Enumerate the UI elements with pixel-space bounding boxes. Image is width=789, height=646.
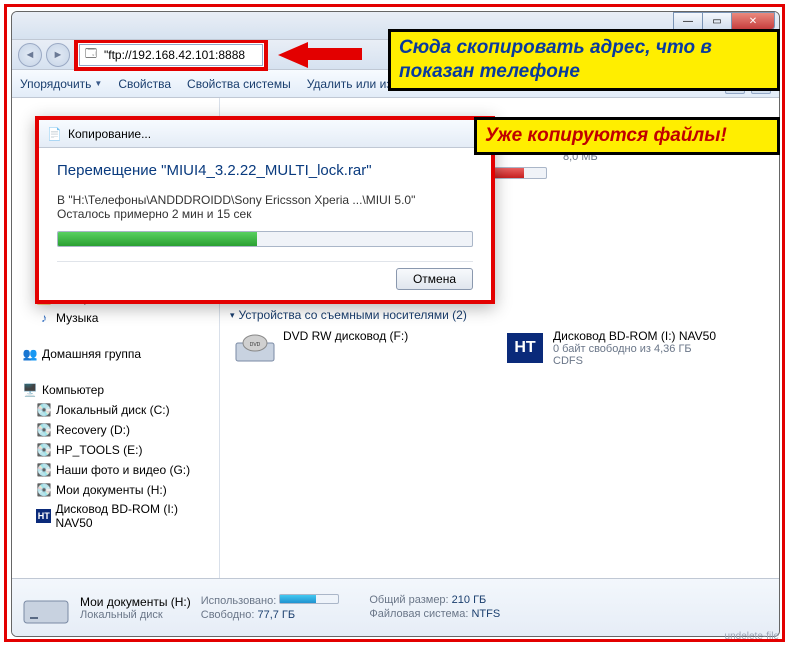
chevron-down-icon: ▼ xyxy=(94,79,102,88)
sidebar-item-label: Домашняя группа xyxy=(42,347,141,361)
annotation-text: Уже копируются файлы! xyxy=(474,117,780,155)
system-properties-button[interactable]: Свойства системы xyxy=(187,77,291,91)
properties-button[interactable]: Свойства xyxy=(118,77,171,91)
drive-item[interactable]: HT Дисковод BD-ROM (I:) NAV50 0 байт сво… xyxy=(500,326,760,370)
hdd-icon xyxy=(22,587,70,629)
drive-icon: 💽 xyxy=(36,422,52,438)
copy-dialog-title: Копирование... xyxy=(68,127,151,141)
drive-icon: 💽 xyxy=(36,462,52,478)
copy-headline: Перемещение "MIUI4_3.2.22_MULTI_lock.rar… xyxy=(57,162,473,179)
sidebar-item-drive[interactable]: 💽 Мои документы (H:) xyxy=(12,480,219,500)
sidebar-item-label: Recovery (D:) xyxy=(56,423,130,437)
sidebar-item-drive[interactable]: 💽 HP_TOOLS (E:) xyxy=(12,440,219,460)
explorer-window: — ▭ ✕ ◄ ► 🗔 "ftp://192.168.42.101:8888 У… xyxy=(11,11,780,637)
sidebar-item-label: Наши фото и видео (G:) xyxy=(56,463,190,477)
sidebar-item-label: Музыка xyxy=(56,311,98,325)
computer-icon: 🗔 xyxy=(82,46,100,64)
copy-icon: 📄 xyxy=(47,127,62,141)
homegroup-icon: 👥 xyxy=(22,346,38,362)
copy-eta: Осталось примерно 2 мин и 15 сек xyxy=(57,207,473,221)
bdrom-icon: HT xyxy=(36,509,51,523)
statusbar: Мои документы (H:) Локальный диск Исполь… xyxy=(12,578,779,636)
minimize-button[interactable]: — xyxy=(673,12,703,30)
copy-dialog: 📄 Копирование... Перемещение "MIUI4_3.2.… xyxy=(35,116,495,304)
close-button[interactable]: ✕ xyxy=(731,12,775,30)
sidebar-item-drive[interactable]: HT Дисковод BD-ROM (I:) NAV50 xyxy=(12,500,219,532)
annotation-text: Сюда скопировать адрес, что в показан те… xyxy=(388,29,780,91)
sidebar-item-label: Мои документы (H:) xyxy=(56,483,167,497)
nav-back-button[interactable]: ◄ xyxy=(18,43,42,67)
sidebar-item-label: Компьютер xyxy=(42,383,104,397)
watermark: undelete-file xyxy=(725,631,779,642)
sidebar-item-drive[interactable]: 💽 Recovery (D:) xyxy=(12,420,219,440)
sidebar-group-homegroup[interactable]: 👥 Домашняя группа xyxy=(12,340,219,364)
cancel-button[interactable]: Отмена xyxy=(396,268,473,290)
music-icon: ♪ xyxy=(36,310,52,326)
computer-icon: 🖥️ xyxy=(22,382,38,398)
address-input[interactable]: "ftp://192.168.42.101:8888 xyxy=(102,48,262,62)
sidebar-group-computer[interactable]: 🖥️ Компьютер xyxy=(12,376,219,400)
drive-name: DVD RW дисковод (F:) xyxy=(283,329,487,343)
drive-item[interactable]: 8,0 МБ xyxy=(560,148,620,196)
status-type: Локальный диск xyxy=(80,609,191,621)
drive-name: Дисковод BD-ROM (I:) NAV50 xyxy=(553,329,757,343)
drive-icon: 💽 xyxy=(36,402,52,418)
sidebar-item-label: HP_TOOLS (E:) xyxy=(56,443,142,457)
drive-icon: 💽 xyxy=(36,482,52,498)
maximize-button[interactable]: ▭ xyxy=(702,12,732,30)
annotation-box: 🗔 "ftp://192.168.42.101:8888 xyxy=(74,39,268,71)
drive-freespace: 0 байт свободно из 4,36 ГБ xyxy=(553,343,757,355)
sidebar-item-drive[interactable]: 💽 Локальный диск (C:) xyxy=(12,400,219,420)
nav-forward-button[interactable]: ► xyxy=(46,43,70,67)
status-title: Мои документы (H:) xyxy=(80,595,191,609)
sidebar-item-label: Дисковод BD-ROM (I:) NAV50 xyxy=(55,502,213,530)
status-total: 210 ГБ xyxy=(452,594,487,606)
sidebar-item-music[interactable]: ♪ Музыка xyxy=(12,308,219,328)
status-free: 77,7 ГБ xyxy=(257,609,295,621)
copy-progress-bar xyxy=(57,231,473,247)
copy-dialog-titlebar: 📄 Копирование... xyxy=(39,120,491,148)
dvd-drive-icon: DVD xyxy=(233,329,277,367)
section-removable[interactable]: ▾ Устройства со съемными носителями (2) xyxy=(230,304,769,326)
chevron-down-icon: ▾ xyxy=(230,310,235,321)
svg-text:DVD: DVD xyxy=(250,342,261,348)
annotation-arrow-icon xyxy=(278,42,308,68)
sidebar-item-drive[interactable]: 💽 Наши фото и видео (G:) xyxy=(12,460,219,480)
copy-destination: В "H:\Телефоны\ANDDDROIDD\Sony Ericsson … xyxy=(57,193,473,207)
status-filesystem: NTFS xyxy=(471,608,500,620)
bdrom-icon: HT xyxy=(503,329,547,367)
organize-button[interactable]: Упорядочить ▼ xyxy=(20,77,102,91)
drive-filesystem: CDFS xyxy=(553,355,757,367)
drive-item[interactable]: DVD DVD RW дисковод (F:) xyxy=(230,326,490,370)
drive-icon: 💽 xyxy=(36,442,52,458)
sidebar-item-label: Локальный диск (C:) xyxy=(56,403,170,417)
drive-item[interactable] xyxy=(500,202,550,250)
